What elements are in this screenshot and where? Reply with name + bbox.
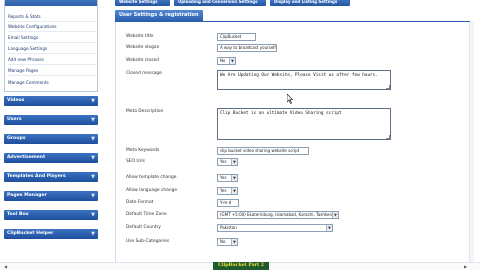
sidebar-menu-label: Groups <box>7 136 26 141</box>
scroll-left-icon[interactable]: ◀ <box>4 264 7 269</box>
meta-description-value: Clip Bucket is an ultimate Video Sharing… <box>220 111 342 116</box>
chevron-down-icon: ▼ <box>326 225 332 231</box>
default-time-zone-value: (GMT +5:00) Ekaterinburg, Islamabad, Kar… <box>220 212 334 217</box>
admin-sidebar: Reports & Stats Website Configurations E… <box>0 0 101 270</box>
scroll-right-icon[interactable]: ▶ <box>464 264 467 269</box>
tab-user-settings-registration[interactable]: User Settings & registration <box>115 10 203 21</box>
chevron-down-icon: ▼ <box>231 175 237 181</box>
closed-message-textarea[interactable]: We Are Updating Our Website, Please Visi… <box>217 70 391 90</box>
video-caption-label: ClipBucket Part 2 <box>213 262 269 270</box>
seo-urls-value: Yes <box>220 159 227 164</box>
sidebar-menu-videos[interactable]: Videos ▼ <box>4 96 98 106</box>
website-slogan-input[interactable]: A way to broadcast yourself <box>217 44 277 52</box>
meta-keywords-input[interactable]: clip bucket video sharing website script <box>217 147 309 155</box>
use-sub-categories-value: No <box>220 239 226 244</box>
chevron-down-icon: ▼ <box>332 212 338 218</box>
tab-display-listing-settings[interactable]: Display and Listing Settings <box>270 0 350 6</box>
submenu-item-reports-stats[interactable]: Reports & Stats <box>8 12 96 22</box>
meta-description-textarea[interactable]: Clip Bucket is an ultimate Video Sharing… <box>217 108 391 140</box>
allow-language-change-value: Yes <box>220 188 227 193</box>
tab-uploading-conversion-settings[interactable]: Uploading and Conversion Settings <box>174 0 266 6</box>
meta-keywords-label: Meta Keywords <box>126 148 160 153</box>
allow-template-change-value: Yes <box>220 175 227 180</box>
sidebar-menu-templates-players[interactable]: Templates And Players ▼ <box>4 172 98 182</box>
default-country-label: Default Country <box>126 225 161 230</box>
sidebar-menu-groups[interactable]: Groups ▼ <box>4 134 98 144</box>
chevron-down-icon: ▼ <box>229 58 235 64</box>
vertical-scrollbar[interactable] <box>469 22 474 263</box>
tab-website-settings[interactable]: Website Settings <box>115 0 170 6</box>
date-format-input[interactable]: Y-m-d <box>217 199 239 207</box>
sidebar-menu-label: ClipBucket Helper <box>7 231 54 236</box>
configurations-header <box>5 0 97 6</box>
resize-grip-icon[interactable] <box>386 85 390 89</box>
website-title-label: Website title <box>126 34 154 39</box>
sidebar-menu-pages-manager[interactable]: Pages Manager ▼ <box>4 191 98 201</box>
chevron-down-icon: ▼ <box>91 136 95 142</box>
submenu-item-manage-pages[interactable]: Manage Pages <box>8 66 96 76</box>
submenu-item-add-new-phrases[interactable]: Add new Phrases <box>8 55 96 65</box>
sidebar-menu-advertisement[interactable]: Advertisement ▼ <box>4 153 98 163</box>
seo-urls-select[interactable]: Yes ▼ <box>217 158 238 166</box>
mouse-pointer-icon <box>287 94 293 104</box>
use-sub-categories-label: Use Sub-Categories <box>126 239 170 244</box>
sidebar-menu-label: Advertisement <box>7 155 46 160</box>
sidebar-menu-label: Pages Manager <box>7 193 47 198</box>
meta-description-label: Meta Description <box>126 109 164 114</box>
allow-language-change-label: Allow language change <box>126 188 178 193</box>
chevron-down-icon: ▼ <box>231 239 237 245</box>
sidebar-menu-tool-box[interactable]: Tool Box ▼ <box>4 210 98 220</box>
submenu-item-email-settings[interactable]: Email Settings <box>8 33 96 43</box>
submenu-item-manage-comments[interactable]: Manage Comments <box>8 78 96 88</box>
website-closed-select[interactable]: No ▼ <box>217 57 236 65</box>
submenu-item-website-configurations[interactable]: Website Configurations <box>8 22 96 32</box>
default-country-value: Pakistan <box>220 225 237 230</box>
chevron-down-icon: ▼ <box>91 98 95 104</box>
settings-form: Website title ClipBucket Website slogan … <box>115 22 470 263</box>
resize-grip-icon[interactable] <box>386 135 390 139</box>
closed-message-value: We Are Updating Our Website, Please Visi… <box>220 73 378 78</box>
website-closed-label: Website closed <box>126 58 159 63</box>
sidebar-menu-users[interactable]: Users ▼ <box>4 115 98 125</box>
website-slogan-label: Website slogan <box>126 45 160 50</box>
default-time-zone-label: Default Time Zone <box>126 212 167 217</box>
closed-message-label: Closed message <box>126 71 162 76</box>
settings-main: Website Settings Uploading and Conversio… <box>112 0 480 270</box>
chevron-down-icon: ▼ <box>91 117 95 123</box>
chevron-down-icon: ▼ <box>91 174 95 180</box>
sidebar-menu-label: Videos <box>7 98 25 103</box>
use-sub-categories-select[interactable]: No ▼ <box>217 238 238 246</box>
sidebar-menu-clipbucket-helper[interactable]: ClipBucket Helper ▼ <box>4 229 98 239</box>
sidebar-menu-label: Templates And Players <box>7 174 66 179</box>
allow-template-change-label: Allow template change <box>126 175 177 180</box>
website-closed-value: No <box>220 58 226 63</box>
chevron-down-icon: ▼ <box>231 159 237 165</box>
chevron-down-icon: ▼ <box>231 188 237 194</box>
website-title-input[interactable]: ClipBucket <box>217 33 256 41</box>
chevron-down-icon: ▼ <box>91 155 95 161</box>
sidebar-menu-label: Users <box>7 117 22 122</box>
allow-language-change-select[interactable]: Yes ▼ <box>217 187 238 195</box>
default-country-select[interactable]: Pakistan ▼ <box>217 224 333 232</box>
seo-urls-label: SEO Urls <box>126 159 145 164</box>
sidebar-menu-label: Tool Box <box>7 212 29 217</box>
date-format-label: Date Format <box>126 200 154 205</box>
chevron-down-icon: ▼ <box>91 231 95 237</box>
default-time-zone-select[interactable]: (GMT +5:00) Ekaterinburg, Islamabad, Kar… <box>217 211 339 219</box>
allow-template-change-select[interactable]: Yes ▼ <box>217 174 238 182</box>
chevron-down-icon: ▼ <box>91 212 95 218</box>
submenu-item-language-settings[interactable]: Language Settings <box>8 44 96 54</box>
chevron-down-icon: ▼ <box>91 193 95 199</box>
configurations-submenu: Reports & Stats Website Configurations E… <box>4 0 98 92</box>
